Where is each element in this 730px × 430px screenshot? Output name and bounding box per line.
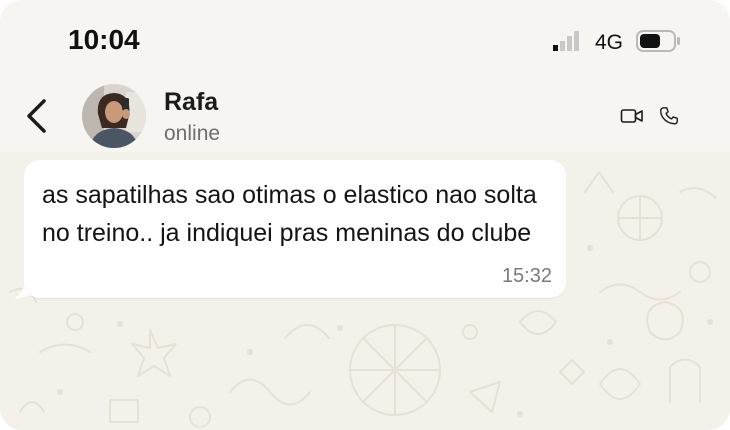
avatar[interactable]: [82, 84, 146, 148]
chat-area[interactable]: as sapatilhas sao otimas o elastico nao …: [0, 152, 730, 430]
video-camera-icon[interactable]: [620, 106, 644, 126]
phone-screen: 10:04 4G Rafa online as sapatilhas sao o…: [0, 0, 730, 430]
battery-icon: [636, 30, 680, 52]
contact-status: online: [164, 122, 221, 145]
phone-icon[interactable]: [658, 105, 680, 127]
contact-name[interactable]: Rafa: [164, 88, 218, 117]
message-text: as sapatilhas sao otimas o elastico nao …: [42, 181, 537, 247]
message-timestamp: 15:32: [501, 265, 552, 287]
signal-bars-icon: [553, 31, 579, 51]
status-time: 10:04: [68, 24, 140, 55]
message-bubble-incoming[interactable]: as sapatilhas sao otimas o elastico nao …: [24, 160, 566, 298]
network-type: 4G: [595, 31, 624, 54]
avatar-photo: [82, 84, 146, 148]
chat-header: Rafa online: [0, 80, 730, 152]
chevron-left-icon[interactable]: [24, 98, 50, 134]
status-bar: 10:04 4G: [0, 0, 730, 80]
